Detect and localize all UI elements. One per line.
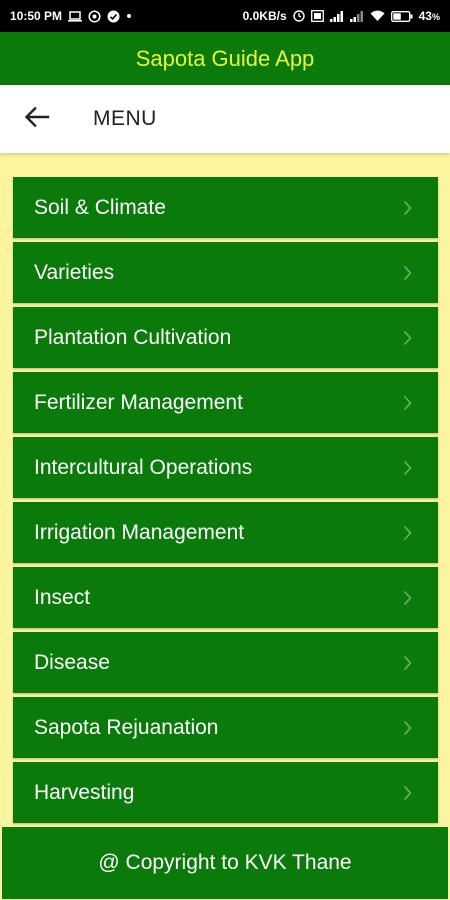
check-circle-icon bbox=[107, 10, 120, 23]
whatsapp-icon bbox=[88, 9, 101, 23]
menu-item-label: Disease bbox=[34, 650, 110, 674]
chevron-right-icon bbox=[403, 200, 412, 216]
app-title: Sapota Guide App bbox=[135, 45, 315, 71]
menu-item-harvesting[interactable]: Harvesting bbox=[13, 762, 438, 823]
chevron-right-icon bbox=[403, 460, 412, 476]
menu-item-label: Fertilizer Management bbox=[34, 390, 243, 414]
chevron-right-icon bbox=[403, 265, 412, 281]
battery-icon bbox=[390, 10, 413, 22]
signal-icon bbox=[329, 10, 344, 22]
menu-item-varieties[interactable]: Varieties bbox=[13, 242, 438, 303]
alarm-icon bbox=[292, 10, 305, 22]
chevron-right-icon bbox=[403, 720, 412, 736]
menu-item-sapota-rejuanation[interactable]: Sapota Rejuanation bbox=[13, 697, 438, 758]
battery-percent: 43% bbox=[418, 9, 440, 23]
menu-item-label: Soil & Climate bbox=[34, 195, 166, 219]
status-bar-right: 0.0KB/s 43% bbox=[243, 9, 440, 23]
menu-item-label: Plantation Cultivation bbox=[34, 325, 232, 349]
menu-item-label: Intercultural Operations bbox=[34, 455, 253, 479]
dot-icon bbox=[126, 13, 132, 19]
menu-item-label: Harvesting bbox=[34, 780, 135, 804]
copyright-text: @ Copyright to KVK Thane bbox=[98, 851, 352, 874]
menu-list: Soil & Climate Varieties Plantation Cult… bbox=[13, 177, 438, 827]
chevron-right-icon bbox=[403, 525, 412, 541]
network-speed: 0.0KB/s bbox=[242, 9, 287, 23]
laptop-icon bbox=[68, 10, 83, 22]
status-time: 10:50 PM bbox=[10, 9, 63, 23]
menu-item-irrigation-management[interactable]: Irrigation Management bbox=[13, 502, 438, 563]
back-button[interactable] bbox=[18, 100, 56, 138]
wifi-icon bbox=[370, 10, 385, 22]
page-title: MENU bbox=[93, 107, 157, 130]
chevron-right-icon bbox=[403, 395, 412, 411]
menu-item-label: Sapota Rejuanation bbox=[34, 715, 219, 739]
menu-item-label: Irrigation Management bbox=[34, 520, 245, 544]
menu-item-label: Insect bbox=[34, 585, 91, 609]
chevron-right-icon bbox=[403, 655, 412, 671]
menu-header: MENU bbox=[0, 85, 450, 153]
menu-item-label: Varieties bbox=[34, 260, 115, 284]
chevron-right-icon bbox=[403, 590, 412, 606]
chevron-right-icon bbox=[403, 785, 412, 801]
app-title-bar: Sapota Guide App bbox=[0, 32, 450, 85]
menu-item-disease[interactable]: Disease bbox=[13, 632, 438, 693]
menu-item-fertilizer-management[interactable]: Fertilizer Management bbox=[13, 372, 438, 433]
menu-item-soil-climate[interactable]: Soil & Climate bbox=[13, 177, 438, 238]
volte-icon bbox=[310, 10, 324, 22]
menu-item-intercultural-operations[interactable]: Intercultural Operations bbox=[13, 437, 438, 498]
chevron-right-icon bbox=[403, 330, 412, 346]
status-bar-left: 10:50 PM bbox=[10, 9, 132, 23]
menu-item-insect[interactable]: Insect bbox=[13, 567, 438, 628]
status-bar: 10:50 PM 0.0KB/s 43% bbox=[0, 0, 450, 32]
footer: @ Copyright to KVK Thane bbox=[2, 827, 448, 899]
arrow-left-icon bbox=[24, 106, 50, 133]
menu-item-plantation-cultivation[interactable]: Plantation Cultivation bbox=[13, 307, 438, 368]
signal-icon bbox=[349, 10, 364, 22]
